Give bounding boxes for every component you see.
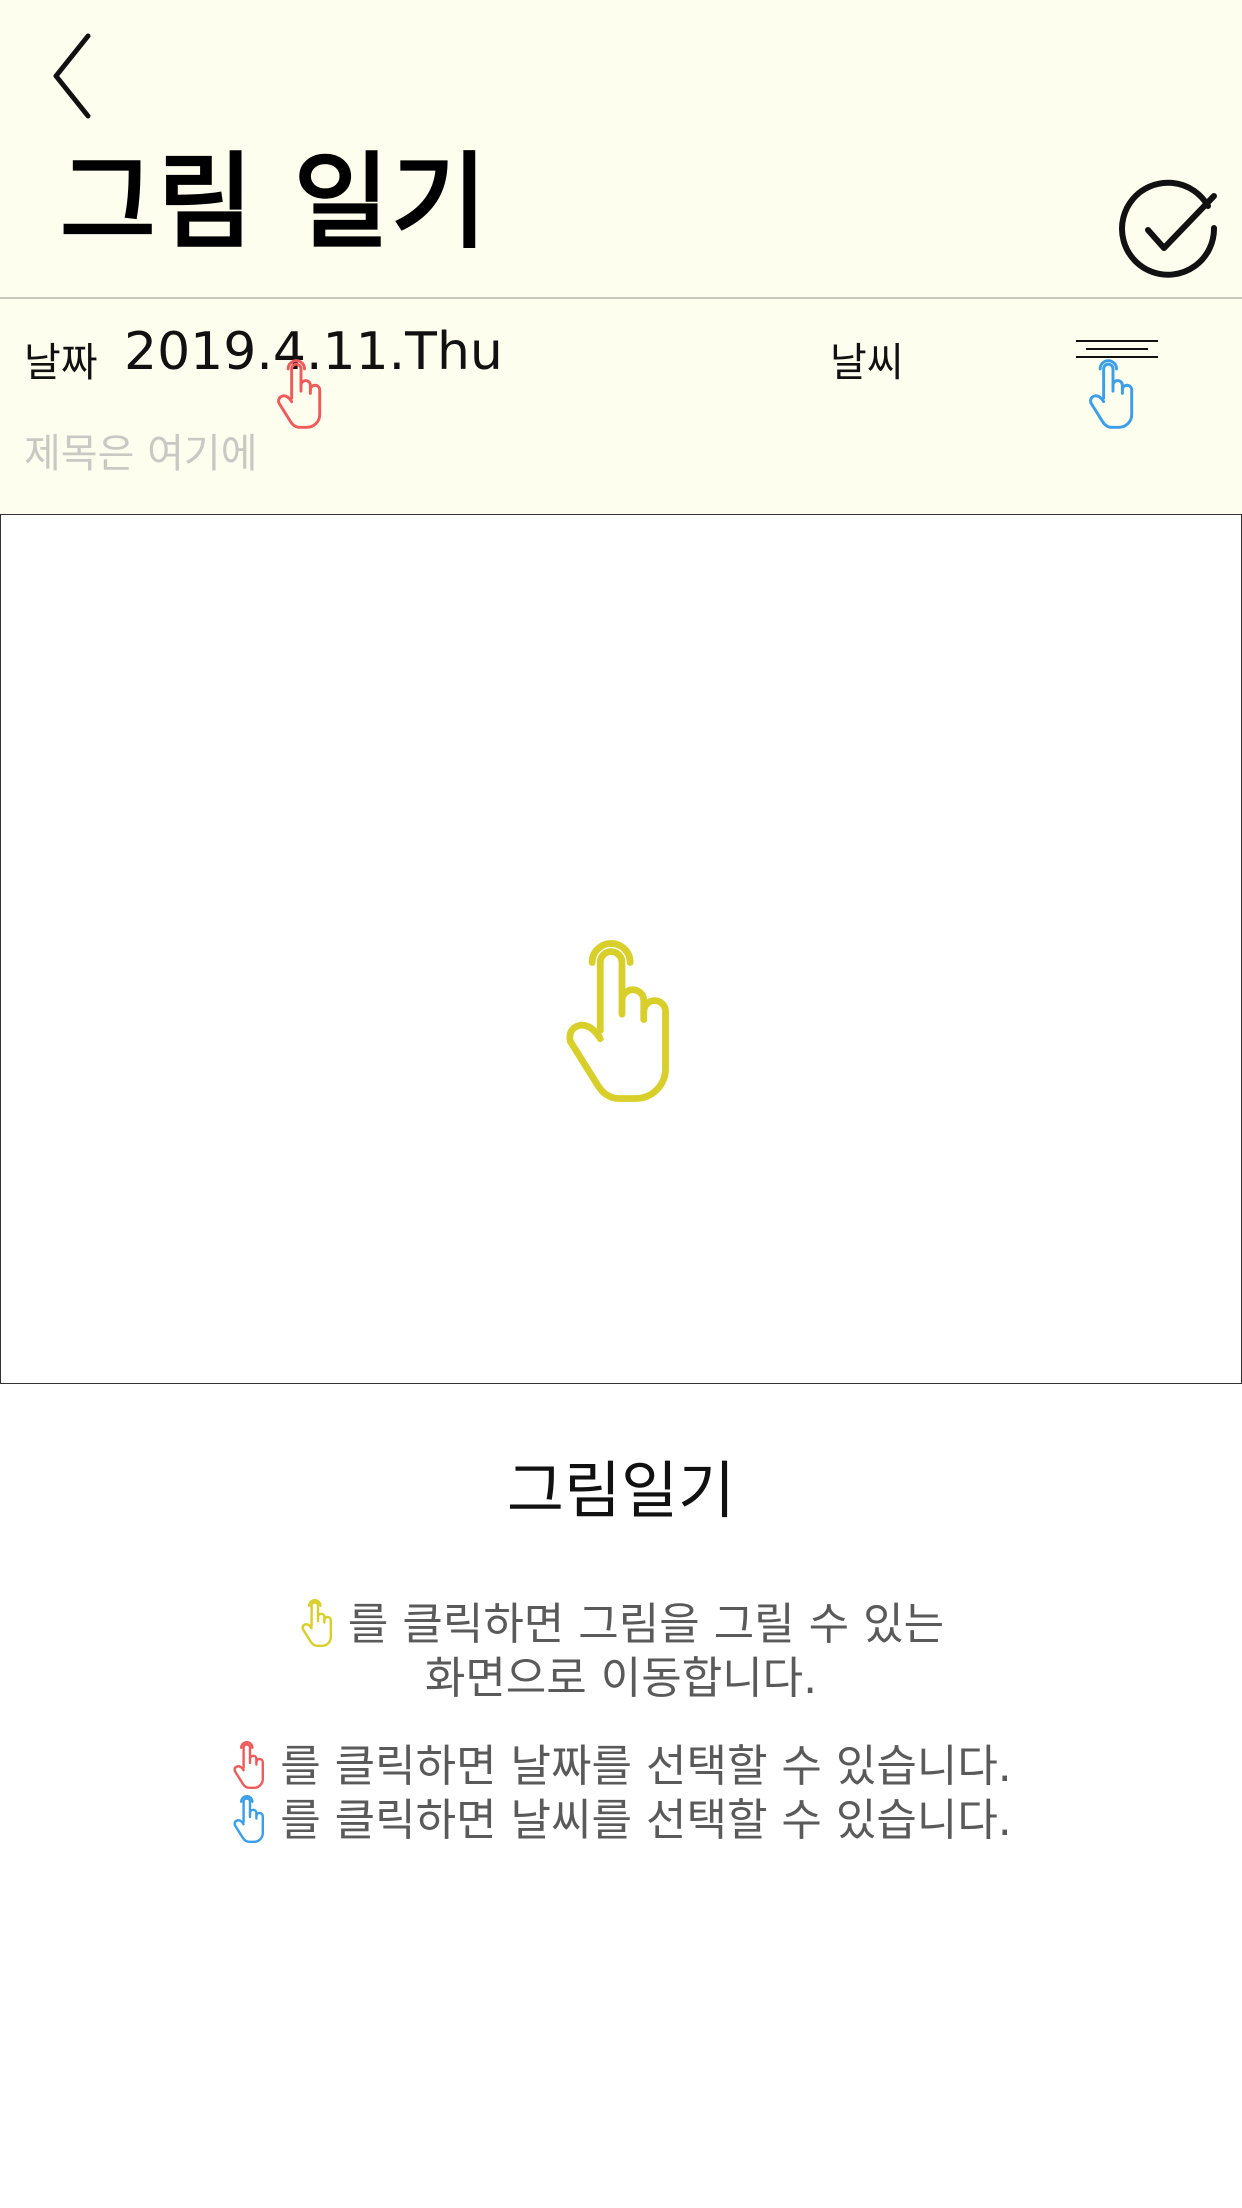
info-line-weather: 를 클릭하면 날씨를 선택할 수 있습니다. (0, 1784, 1242, 1848)
info-text-weather: 를 클릭하면 날씨를 선택할 수 있습니다. (280, 1795, 1012, 1846)
check-circle-icon (1119, 179, 1218, 278)
info-text-draw-2: 화면으로 이동합니다. (424, 1653, 818, 1704)
date-label: 날짜 (24, 340, 98, 386)
header-panel: 그림 일기 날짜 2019.4.11.Thu 날씨 (0, 0, 1242, 514)
header-divider (0, 297, 1242, 299)
info-line-draw-2: 화면으로 이동합니다. (0, 1642, 1242, 1706)
done-button[interactable] (1118, 176, 1222, 280)
chevron-left-icon (53, 33, 91, 119)
title-input[interactable] (24, 424, 624, 484)
weather-lines-icon (1076, 340, 1158, 358)
info-title: 그림일기 (506, 1454, 736, 1527)
back-button[interactable] (40, 26, 110, 126)
weather-hint-small-hand-icon (233, 1795, 265, 1843)
page-title: 그림 일기 (60, 141, 489, 263)
date-hint-hand-icon (277, 359, 322, 429)
weather-label: 날씨 (830, 340, 904, 386)
pointing-hand-icon[interactable] (554, 932, 690, 1110)
weather-hint-hand-icon (1089, 359, 1134, 429)
screen: 그림 일기 날짜 2019.4.11.Thu 날씨 제목은 여기에 그림일기 를… (0, 0, 1242, 2208)
